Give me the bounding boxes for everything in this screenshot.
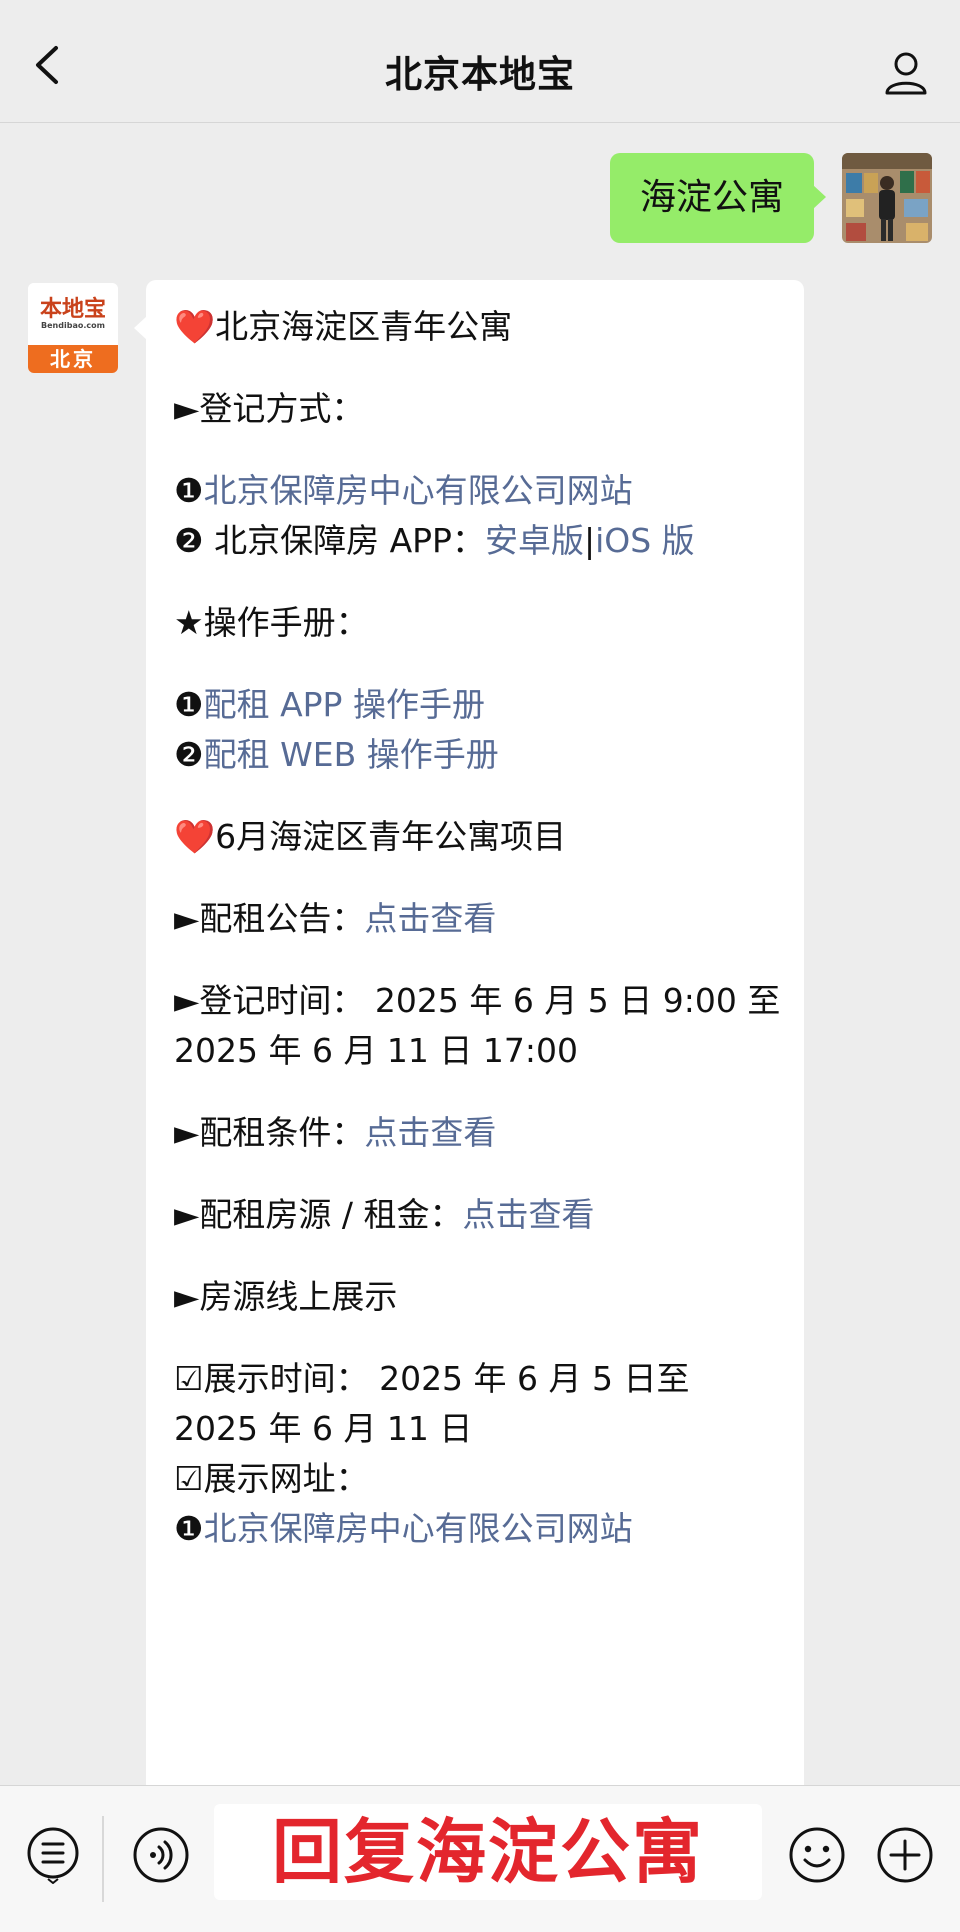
show-url-label: ☑展示网址： xyxy=(174,1459,369,1498)
input-bar: 回复海淀公寓 xyxy=(0,1785,960,1932)
bullet-1-icon: ❶ xyxy=(174,685,204,724)
project-title: ❤️6月海淀区青年公寓项目 xyxy=(174,817,567,856)
conditions-row: ►配租条件：点击查看 xyxy=(174,1113,497,1152)
bullet-2-icon: ❷ xyxy=(174,735,204,774)
avatar-logo-text: 本地宝 xyxy=(39,297,106,322)
heart-icon: ❤️ xyxy=(174,817,216,856)
avatar-logo-domain: Bendibao.com xyxy=(41,321,105,330)
outgoing-bubble[interactable]: 海淀公寓 xyxy=(609,153,827,243)
manual-link-web[interactable]: 配租 WEB 操作手册 xyxy=(204,735,499,774)
show-url-link[interactable]: 北京保障房中心有限公司网站 xyxy=(204,1509,633,1548)
emoji-icon[interactable] xyxy=(788,1826,846,1884)
bullet-1-icon: ❶ xyxy=(174,471,204,510)
page-title: 北京本地宝 xyxy=(385,53,575,96)
online-label: ►房源线上展示 xyxy=(174,1277,398,1316)
avatar-city-band: 北京 xyxy=(28,345,118,373)
reg-link-ios[interactable]: iOS 版 xyxy=(595,521,695,560)
manual-link-app[interactable]: 配租 APP 操作手册 xyxy=(204,685,485,724)
bullet-1-icon: ❶ xyxy=(174,1509,204,1548)
divider xyxy=(102,1816,104,1902)
reg-item-2: ❷ 北京保障房 APP：安卓版|iOS 版 xyxy=(174,521,695,560)
nav-header: 北京本地宝 xyxy=(0,0,960,123)
outgoing-message: 海淀公寓 xyxy=(532,153,932,245)
bullet-2-icon: ❷ xyxy=(174,521,204,560)
conditions-link[interactable]: 点击查看 xyxy=(364,1113,496,1152)
user-avatar[interactable] xyxy=(842,153,932,243)
voice-icon[interactable] xyxy=(132,1826,190,1884)
notice-link[interactable]: 点击查看 xyxy=(364,899,496,938)
incoming-bubble: ❤️北京海淀区青年公寓 ►登记方式： ❶北京保障房中心有限公司网站 ❷ 北京保障… xyxy=(134,280,804,1785)
reg-link-website[interactable]: 北京保障房中心有限公司网站 xyxy=(204,471,633,510)
reg-time-line-1: ►登记时间： 2025 年 6 月 5 日 9:00 至 xyxy=(174,981,781,1020)
show-time-line-2: 2025 年 6 月 11 日 xyxy=(174,1409,473,1448)
plus-icon[interactable] xyxy=(876,1826,934,1884)
heart-icon: ❤️ xyxy=(174,307,216,346)
manual-item-2: ❷配租 WEB 操作手册 xyxy=(174,728,499,776)
reg-time-line-2: 2025 年 6 月 11 日 17:00 xyxy=(174,1031,579,1070)
manual-item-1: ❶配租 APP 操作手册 xyxy=(174,678,485,726)
show-url-item: ❶北京保障房中心有限公司网站 xyxy=(174,1502,633,1550)
user-avatar-image xyxy=(842,153,932,243)
rent-link[interactable]: 点击查看 xyxy=(462,1195,594,1234)
notice-row: ►配租公告：点击查看 xyxy=(174,899,497,938)
reg-item-1: ❶北京保障房中心有限公司网站 xyxy=(174,464,633,512)
reg-link-android[interactable]: 安卓版 xyxy=(485,521,584,560)
reply-hint-banner: 回复海淀公寓 xyxy=(214,1804,762,1900)
chat-area[interactable]: 海淀公寓 本地宝 Bendibao.com 北京 ❤️北京海淀区青年公寓 ►登记… xyxy=(0,123,960,1785)
bot-avatar[interactable]: 本地宝 Bendibao.com 北京 xyxy=(28,283,118,373)
message-title: ❤️北京海淀区青年公寓 xyxy=(174,307,513,346)
reg-method-label: ►登记方式： xyxy=(174,389,365,428)
menu-list-icon[interactable] xyxy=(24,1826,82,1884)
person-icon[interactable] xyxy=(882,48,930,96)
rent-row: ►配租房源 / 租金：点击查看 xyxy=(174,1195,595,1234)
manual-label: ★操作手册： xyxy=(174,603,369,642)
show-time-line-1: ☑展示时间： 2025 年 6 月 5 日至 xyxy=(174,1359,690,1398)
